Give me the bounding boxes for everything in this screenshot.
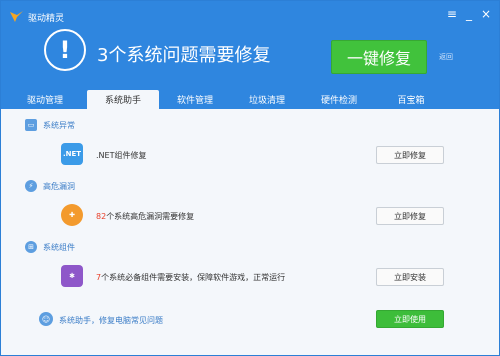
app-window: 驱动精灵 ≡ _ × ! 3个系统问题需要修复 一键修复 返回 驱动管理 系统助… xyxy=(0,0,500,356)
section-title: 高危漏洞 xyxy=(43,181,75,191)
row-text-components: 7个系统必备组件需要安装，保障软件游戏，正常运行 xyxy=(96,272,285,283)
dotnet-icon: .NET xyxy=(61,143,83,165)
assistant-icon: ☺ xyxy=(39,312,53,326)
close-icon[interactable]: × xyxy=(481,7,491,21)
bottom-hint: 系统助手，修复电脑常见问题 xyxy=(59,316,163,325)
row-label: 个系统高危漏洞需要修复 xyxy=(106,212,195,221)
tab-bar: 驱动管理 系统助手 软件管理 垃圾清理 硬件检测 百宝箱 xyxy=(9,90,491,109)
shield-wrench-icon: ✚ xyxy=(61,204,83,226)
lightning-icon: ⚡ xyxy=(25,180,37,192)
section-system-abnormal: ▭ 系统异常 xyxy=(25,119,75,131)
use-now-button[interactable]: 立即使用 xyxy=(376,310,444,328)
windows-icon: ⊞ xyxy=(25,241,37,253)
puzzle-icon: ✱ xyxy=(61,265,83,287)
tab-software-manage[interactable]: 软件管理 xyxy=(159,90,231,109)
tab-toolbox[interactable]: 百宝箱 xyxy=(375,90,447,109)
section-title: 系统组件 xyxy=(43,242,75,252)
row-text-dotnet: .NET组件修复 xyxy=(96,150,146,161)
tab-driver-manage[interactable]: 驱动管理 xyxy=(9,90,81,109)
row-label: 个系统必备组件需要安装，保障软件游戏，正常运行 xyxy=(101,273,286,282)
window-controls: ≡ _ × xyxy=(447,7,491,21)
header-banner: 驱动精灵 ≡ _ × ! 3个系统问题需要修复 一键修复 返回 驱动管理 系统助… xyxy=(1,1,499,109)
alert-icon: ! xyxy=(44,29,86,71)
vuln-count: 82 xyxy=(96,212,107,221)
app-title: 驱动精灵 xyxy=(28,13,65,24)
section-high-risk: ⚡ 高危漏洞 xyxy=(25,180,75,192)
install-components-button[interactable]: 立即安装 xyxy=(376,268,444,286)
app-logo-icon xyxy=(10,11,23,22)
alert-glyph: ! xyxy=(59,36,71,64)
row-label: .NET组件修复 xyxy=(96,151,147,160)
section-components: ⊞ 系统组件 xyxy=(25,241,75,253)
headline: 3个系统问题需要修复 xyxy=(97,45,271,66)
back-link[interactable]: 返回 xyxy=(439,52,453,62)
section-title: 系统异常 xyxy=(43,120,75,130)
app-logo: 驱动精灵 xyxy=(9,10,64,24)
tab-system-assistant[interactable]: 系统助手 xyxy=(87,90,159,109)
fix-vulnerability-button[interactable]: 立即修复 xyxy=(376,207,444,225)
menu-icon[interactable]: ≡ xyxy=(447,7,457,21)
monitor-icon: ▭ xyxy=(25,119,37,131)
dotnet-icon-text: .NET xyxy=(62,150,82,158)
fix-all-button[interactable]: 一键修复 xyxy=(331,40,427,74)
tab-hardware-detect[interactable]: 硬件检测 xyxy=(303,90,375,109)
minimize-icon[interactable]: _ xyxy=(466,7,472,21)
fix-dotnet-button[interactable]: 立即修复 xyxy=(376,146,444,164)
tab-junk-clean[interactable]: 垃圾清理 xyxy=(231,90,303,109)
row-text-vulnerability: 82个系统高危漏洞需要修复 xyxy=(96,211,194,222)
